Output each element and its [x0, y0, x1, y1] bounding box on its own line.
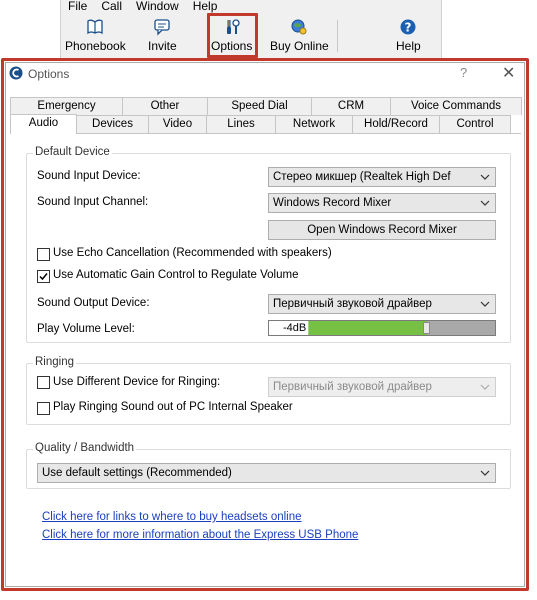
menu-file[interactable]: File: [68, 0, 87, 13]
invite-label: Invite: [148, 39, 177, 53]
invite-button[interactable]: Invite: [148, 18, 177, 53]
svg-text:?: ?: [405, 21, 412, 35]
options-highlight-box: [207, 13, 258, 58]
buy-online-label: Buy Online: [270, 39, 329, 53]
help-label: Help: [396, 39, 421, 53]
phonebook-icon: [87, 19, 104, 35]
globe-cart-icon: [291, 19, 307, 35]
help-button[interactable]: ? Help: [396, 18, 421, 53]
buy-online-button[interactable]: Buy Online: [270, 18, 329, 53]
tab-audio[interactable]: Audio: [10, 114, 77, 134]
dialog-highlight-frame: [1, 58, 529, 591]
menu-bar: File Call Window Help: [68, 0, 217, 13]
phonebook-label: Phonebook: [65, 39, 126, 53]
menu-call[interactable]: Call: [101, 0, 122, 13]
help-icon: ?: [400, 19, 416, 35]
menu-help[interactable]: Help: [193, 0, 218, 13]
toolbar-separator: [337, 20, 338, 52]
phonebook-button[interactable]: Phonebook: [65, 18, 126, 53]
chat-bubble-icon: [154, 19, 170, 36]
menu-window[interactable]: Window: [136, 0, 179, 13]
